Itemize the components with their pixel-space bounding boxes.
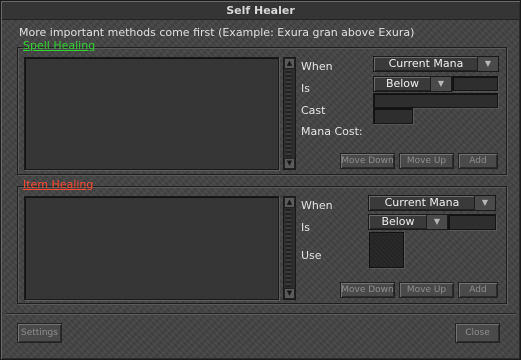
spell-mana-cost-input[interactable] bbox=[373, 108, 413, 124]
chevron-down-icon[interactable]: ▼ bbox=[474, 196, 495, 210]
spell-is-label: Is bbox=[301, 82, 310, 95]
item-list[interactable] bbox=[24, 196, 279, 300]
scroll-up-arrow-icon[interactable]: ▲ bbox=[284, 197, 295, 208]
scroll-down-arrow-icon[interactable]: ▼ bbox=[284, 158, 295, 169]
scroll-down-arrow-icon[interactable]: ▼ bbox=[284, 288, 295, 299]
spell-cast-label: Cast bbox=[301, 104, 326, 117]
spell-when-label: When bbox=[301, 60, 333, 73]
close-button[interactable]: Close bbox=[455, 323, 500, 343]
spell-is-dropdown[interactable]: Below ▼ bbox=[373, 76, 452, 92]
scrollbar-track[interactable] bbox=[286, 70, 291, 157]
item-when-value: Current Mana bbox=[384, 196, 460, 209]
spell-move-down-button[interactable]: Move Down bbox=[340, 153, 395, 169]
item-when-dropdown[interactable]: Current Mana ▼ bbox=[368, 195, 496, 211]
item-is-dropdown[interactable]: Below ▼ bbox=[368, 214, 448, 230]
item-use-slot[interactable] bbox=[369, 232, 404, 268]
info-text: More important methods come first (Examp… bbox=[19, 26, 415, 39]
item-threshold-input[interactable] bbox=[448, 214, 496, 230]
item-move-down-button[interactable]: Move Down bbox=[340, 282, 395, 298]
spell-add-button[interactable]: Add bbox=[458, 153, 498, 169]
item-is-value: Below bbox=[381, 215, 415, 228]
window-title[interactable]: Self Healer bbox=[2, 2, 519, 20]
item-add-button[interactable]: Add bbox=[458, 282, 498, 298]
spell-list[interactable] bbox=[24, 57, 279, 170]
spell-when-dropdown[interactable]: Current Mana ▼ bbox=[373, 56, 499, 72]
settings-button[interactable]: Settings bbox=[17, 323, 62, 343]
item-when-label: When bbox=[301, 199, 333, 212]
spell-threshold-input[interactable] bbox=[452, 76, 498, 91]
spell-when-value: Current Mana bbox=[388, 57, 464, 70]
item-list-scrollbar[interactable]: ▲ ▼ bbox=[283, 196, 296, 300]
scroll-up-arrow-icon[interactable]: ▲ bbox=[284, 58, 295, 69]
chevron-down-icon[interactable]: ▼ bbox=[477, 57, 498, 71]
item-use-label: Use bbox=[301, 249, 322, 262]
spell-healing-title: Spell Healing bbox=[23, 39, 96, 52]
chevron-down-icon[interactable]: ▼ bbox=[426, 215, 447, 229]
item-healing-panel: Item Healing ▲ ▼ When Current Mana ▼ Is … bbox=[17, 178, 507, 304]
item-is-label: Is bbox=[301, 221, 310, 234]
spell-healing-panel: Spell Healing ▲ ▼ When Current Mana ▼ Is… bbox=[17, 39, 507, 175]
spell-cast-input[interactable] bbox=[373, 93, 498, 108]
item-healing-title: Item Healing bbox=[23, 178, 94, 191]
scrollbar-track[interactable] bbox=[286, 209, 291, 287]
spell-mana-cost-label: Mana Cost: bbox=[301, 125, 363, 138]
self-healer-window: Self Healer More important methods come … bbox=[0, 0, 521, 360]
footer-divider bbox=[6, 313, 516, 315]
item-move-up-button[interactable]: Move Up bbox=[399, 282, 454, 298]
spell-list-scrollbar[interactable]: ▲ ▼ bbox=[283, 57, 296, 170]
spell-move-up-button[interactable]: Move Up bbox=[399, 153, 454, 169]
chevron-down-icon[interactable]: ▼ bbox=[430, 77, 451, 91]
spell-is-value: Below bbox=[385, 77, 420, 90]
